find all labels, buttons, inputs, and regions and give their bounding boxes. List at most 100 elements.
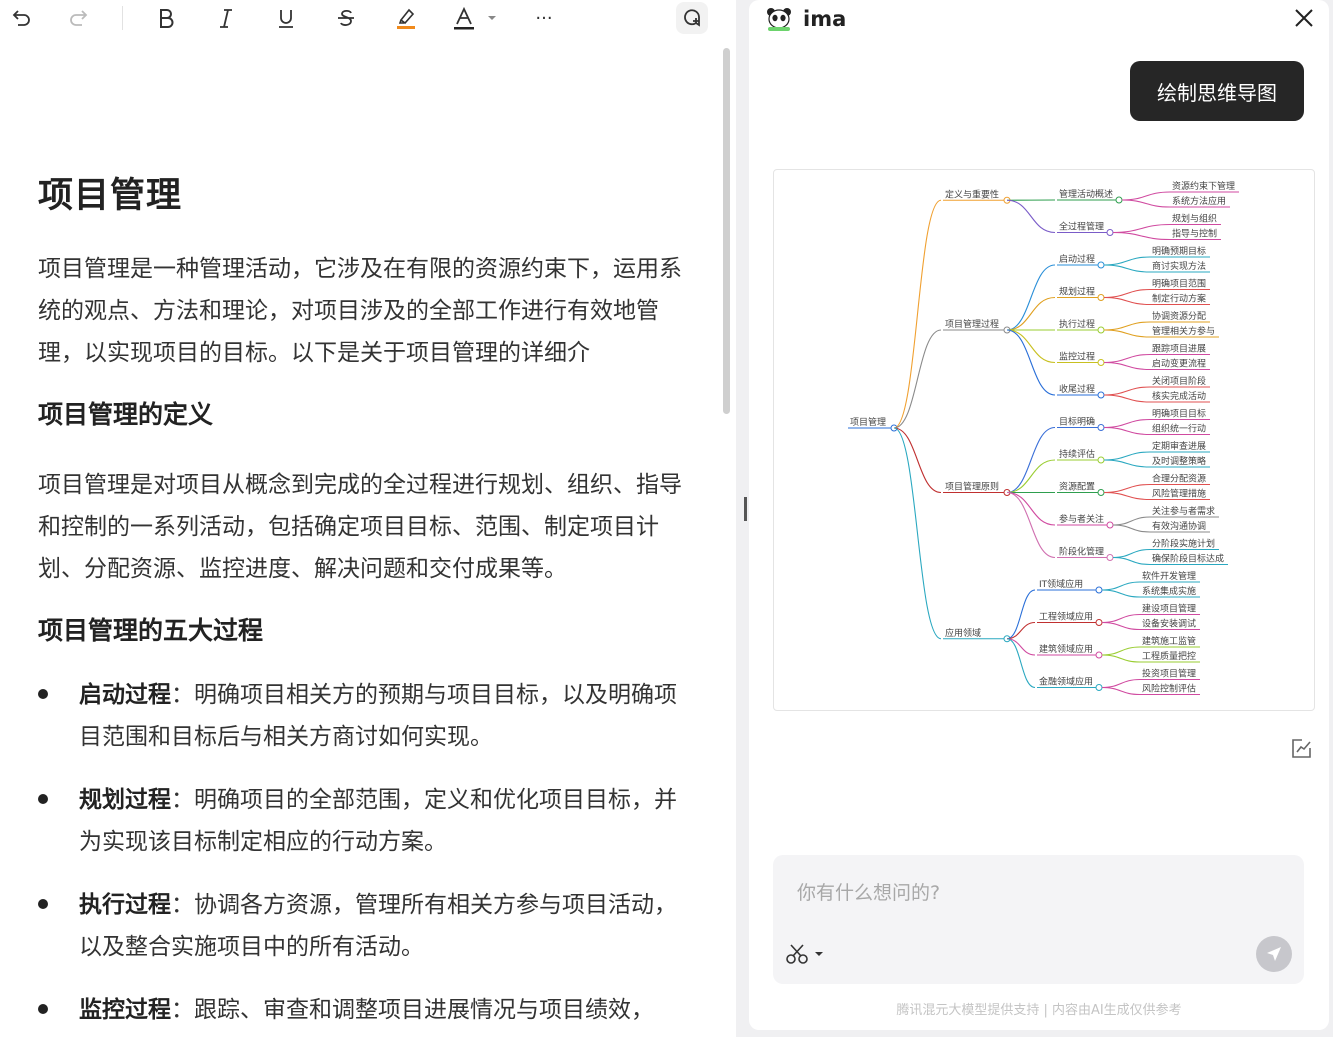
mindmap-node-link bbox=[1006, 199, 1056, 234]
mindmap-leaf-label: 系统方法应用 bbox=[1172, 195, 1226, 207]
undo-button[interactable] bbox=[6, 2, 36, 34]
mindmap-leaf-label: 建筑施工监管 bbox=[1142, 635, 1196, 647]
mindmap-leaf-link bbox=[1103, 296, 1151, 306]
mindmap-node-dot bbox=[1097, 391, 1105, 399]
underline-button[interactable] bbox=[272, 2, 300, 34]
ima-assistant-panel: ima 绘制思维导图 项目管理 定义与重要性 管理活动概述 资源约束下管理 系统方法应用… bbox=[749, 0, 1329, 1030]
mindmap-leaf-link bbox=[1112, 524, 1151, 533]
mindmap-leaf-label: 管理相关方参与 bbox=[1152, 325, 1215, 337]
panda-logo-icon bbox=[767, 8, 791, 31]
mindmap-leaf-link bbox=[1101, 686, 1141, 696]
send-button[interactable] bbox=[1256, 936, 1292, 972]
mindmap-leaf-link bbox=[1103, 256, 1151, 266]
mindmap-leaf-label: 合理分配资源 bbox=[1152, 473, 1206, 485]
mindmap-node-dot bbox=[1115, 196, 1123, 204]
panel-resize-handle[interactable] bbox=[744, 497, 747, 521]
mindmap-leaf-label: 确保阶段目标达成 bbox=[1152, 553, 1224, 565]
mindmap-node-link bbox=[1006, 459, 1056, 494]
mindmap-node-dot bbox=[1097, 424, 1105, 431]
document-body: 项目管理 项目管理是一种管理活动，它涉及在有限的资源约束下，运用系统的观点、方法… bbox=[38, 170, 698, 1031]
mindmap-node-dot bbox=[1095, 619, 1103, 626]
intro-paragraph: 项目管理是一种管理活动，它涉及在有限的资源约束下，运用系统的观点、方法和理论，对… bbox=[38, 256, 682, 366]
bullet-dot bbox=[38, 899, 48, 909]
mindmap-leaf-label: 商讨实现方法 bbox=[1152, 260, 1206, 272]
mindmap-leaf-label: 分阶段实施计划 bbox=[1152, 538, 1215, 550]
mindmap-node-label: 参与者关注 bbox=[1059, 513, 1104, 525]
mindmap-leaf-label: 跟踪项目进展 bbox=[1152, 343, 1206, 355]
screenshot-tool-button[interactable] bbox=[785, 941, 833, 967]
mindmap-leaf-link bbox=[1103, 321, 1151, 331]
format-toolbar: ··· bbox=[0, 0, 736, 38]
footer-disclaimer: 腾讯混元大模型提供支持 | 内容由AI生成仅供参考 bbox=[896, 1003, 1182, 1018]
mindmap-leaf-link bbox=[1101, 621, 1141, 631]
highlight-button[interactable] bbox=[392, 2, 420, 34]
mindmap-leaf-label: 有效沟通协调 bbox=[1152, 520, 1206, 532]
mindmap-node-dot bbox=[1106, 229, 1114, 236]
mindmap-canvas: 项目管理 定义与重要性 管理活动概述 资源约束下管理系统方法应用全过程管理 规划与组织指… bbox=[848, 180, 1239, 696]
mindmap-image[interactable]: 项目管理 定义与重要性 管理活动概述 资源约束下管理 系统方法应用 全过程管理 规划与组织指… bbox=[773, 169, 1315, 711]
mindmap-node-label: 管理活动概述 bbox=[1059, 188, 1113, 200]
mindmap-node-dot bbox=[1095, 651, 1103, 659]
mindmap-node-label: 资源配置 bbox=[1059, 482, 1095, 493]
mindmap-node-dot bbox=[1095, 586, 1103, 594]
close-panel-button[interactable] bbox=[1293, 7, 1315, 29]
mindmap-node-dot bbox=[1106, 554, 1114, 561]
mindmap-leaf-link bbox=[1112, 223, 1171, 234]
mindmap-node-dot bbox=[1097, 489, 1105, 496]
chat-sparkle-icon bbox=[684, 9, 700, 27]
mindmap-leaf-label: 投资项目管理 bbox=[1142, 668, 1196, 680]
mindmap-leaf-link bbox=[1103, 329, 1151, 338]
mindmap-node-label: 收尾过程 bbox=[1059, 383, 1095, 395]
highlighter-icon bbox=[397, 8, 415, 29]
mindmap-leaf-link bbox=[1103, 418, 1151, 429]
mindmap-leaf-label: 组织统一行动 bbox=[1152, 423, 1206, 435]
mindmap-node-label: 金融领域应用 bbox=[1039, 676, 1093, 688]
mindmap-node-label: 规划过程 bbox=[1059, 286, 1095, 298]
mindmap-leaf-label: 系统集成实施 bbox=[1142, 585, 1196, 597]
font-color-button[interactable] bbox=[452, 2, 502, 34]
editor-scrollbar[interactable] bbox=[723, 48, 730, 414]
list-item: 执行过程：协调各方资源，管理所有相关方参与项目活动，以及整合实施项目中的所有活动… bbox=[38, 884, 698, 968]
mindmap-branch-label: 项目管理过程 bbox=[945, 318, 999, 330]
more-button[interactable]: ··· bbox=[530, 2, 558, 34]
mindmap-leaf-link bbox=[1103, 451, 1151, 461]
close-icon bbox=[1295, 9, 1313, 27]
mindmap-leaf-link bbox=[1101, 654, 1141, 663]
chevron-down-icon bbox=[815, 952, 823, 956]
definition-paragraph: 项目管理是对项目从概念到完成的全过程进行规划、组织、指导和控制的一系列活动，包括… bbox=[38, 472, 682, 582]
mindmap-node-label: 阶段化管理 bbox=[1059, 546, 1104, 558]
chat-input[interactable] bbox=[795, 877, 1219, 909]
bold-icon bbox=[160, 9, 174, 28]
mindmap-leaf-label: 设备安装调试 bbox=[1142, 618, 1196, 630]
app-title: ima bbox=[803, 7, 847, 31]
mindmap-leaf-link bbox=[1103, 394, 1151, 403]
mindmap-leaf-label: 制定行动方案 bbox=[1152, 293, 1206, 305]
ai-assistant-button[interactable] bbox=[676, 2, 708, 34]
mindmap-node-label: 工程领域应用 bbox=[1039, 611, 1093, 623]
chat-input-box bbox=[773, 855, 1304, 984]
redo-button[interactable] bbox=[64, 2, 94, 34]
list-item: 规划过程：明确项目的全部范围，定义和优化项目目标，并为实现该目标制定相应的行动方… bbox=[38, 779, 698, 863]
mindmap-leaf-label: 及时调整策略 bbox=[1152, 455, 1206, 467]
mindmap-node-dot bbox=[1097, 456, 1105, 464]
mindmap-node-label: 目标明确 bbox=[1059, 416, 1095, 428]
bullet-dot bbox=[38, 689, 48, 699]
font-color-icon bbox=[454, 6, 474, 30]
mindmap-leaf-link bbox=[1112, 556, 1151, 566]
mindmap-leaf-link bbox=[1112, 516, 1151, 526]
mindmap-leaf-link bbox=[1103, 483, 1151, 494]
edit-mindmap-button[interactable] bbox=[1290, 736, 1314, 760]
strikethrough-button[interactable] bbox=[332, 2, 360, 34]
mindmap-leaf-label: 资源约束下管理 bbox=[1172, 180, 1235, 192]
bullet-dot bbox=[38, 1004, 48, 1014]
mindmap-leaf-link bbox=[1112, 231, 1171, 241]
mindmap-root: 项目管理 bbox=[850, 416, 886, 428]
bold-button[interactable] bbox=[152, 2, 180, 34]
mindmap-leaf-label: 协调资源分配 bbox=[1152, 310, 1206, 322]
mindmap-node-label: 执行过程 bbox=[1059, 318, 1095, 330]
mindmap-node-dot bbox=[1095, 684, 1103, 691]
italic-button[interactable] bbox=[212, 2, 240, 34]
mindmap-node-link bbox=[1006, 426, 1056, 494]
list-item-term: 执行过程 bbox=[79, 892, 171, 918]
mindmap-node-dot bbox=[1097, 294, 1105, 301]
